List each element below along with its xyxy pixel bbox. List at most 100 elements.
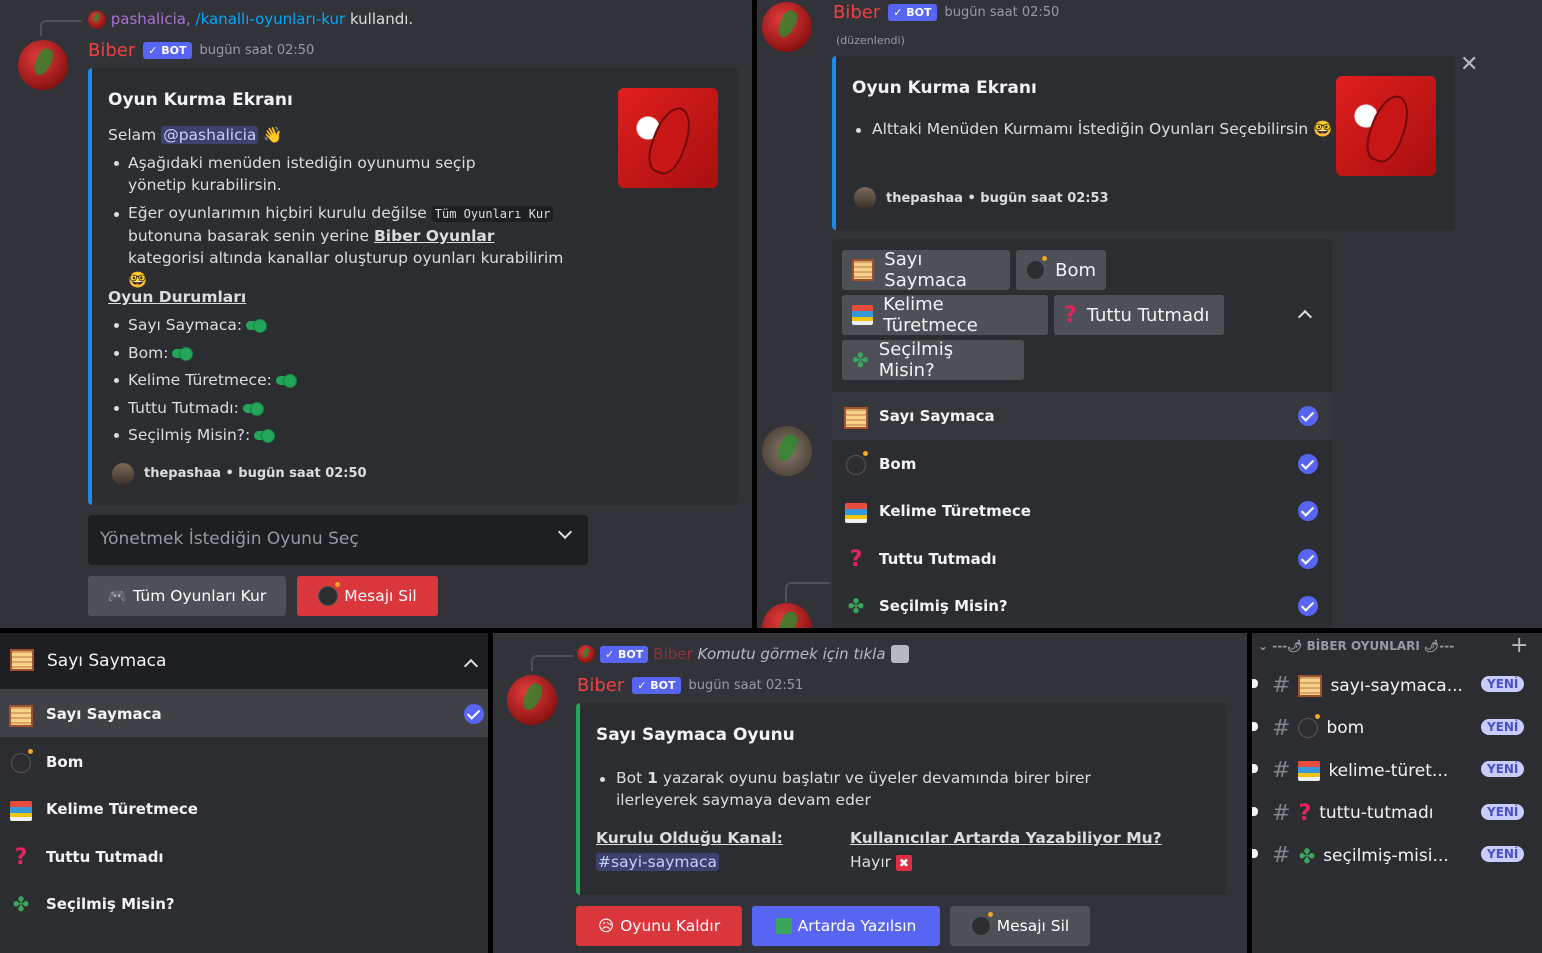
bullet-dot: [114, 323, 119, 328]
status-item: Bom:: [128, 342, 194, 364]
checkmark-icon[interactable]: [1298, 596, 1318, 616]
option-secilmis-misin[interactable]: ✤ Seçilmiş Misin?: [8, 892, 175, 916]
bomb-icon: [970, 912, 993, 936]
checkmark-icon[interactable]: [1298, 406, 1318, 426]
new-badge: YENİ: [1481, 718, 1525, 735]
bot-avatar[interactable]: [762, 603, 812, 628]
question-mark-icon: ?: [14, 844, 28, 870]
bomb-icon: [846, 451, 868, 475]
clover-icon: ✤: [847, 594, 865, 618]
abacus-icon: [852, 259, 875, 281]
allow-consecutive-button[interactable]: Artarda Yazılsın: [752, 906, 940, 946]
channel-sayi-saymaca[interactable]: # sayı-saymaca...: [1272, 673, 1463, 698]
bot-badge: ✓ BOT: [888, 4, 937, 21]
reply-name[interactable]: Biber: [653, 645, 692, 663]
bullet-dot: [114, 350, 119, 356]
unread-indicator: [1252, 679, 1258, 688]
toggle-on-icon: [254, 429, 276, 443]
bullet-dot: [114, 212, 119, 217]
new-badge: YENİ: [1481, 846, 1525, 862]
clover-icon: ✤: [1298, 843, 1316, 868]
checkmark-icon[interactable]: [1298, 501, 1318, 521]
channel-secilmis-misin[interactable]: # ✤ seçilmiş-misi...: [1272, 843, 1449, 868]
embed-title: Oyun Kurma Ekranı: [108, 90, 293, 110]
option-label: Sayı Saymaca: [879, 407, 995, 426]
bullet-dot: [114, 378, 119, 383]
reply-action: kullandı.: [349, 10, 414, 28]
delete-message-button[interactable]: Mesajı Sil: [297, 576, 438, 616]
embed-thumbnail[interactable]: [1336, 76, 1436, 176]
embed-title: Oyun Kurma Ekranı: [852, 78, 1037, 98]
reply-line[interactable]: pashalicia, /kanallı-oyunları-kur kullan…: [88, 10, 413, 29]
select-header[interactable]: Sayı Saymaca: [0, 633, 488, 689]
channel-tuttu-tutmadi[interactable]: #? tuttu-tutmadı: [1272, 801, 1433, 826]
checkmark-icon[interactable]: [1298, 548, 1318, 569]
chip-bom[interactable]: Bom: [1016, 250, 1106, 290]
message-header: Biber ✓ BOT bugün saat 02:51: [577, 675, 803, 696]
embed-setup: Oyun Kurma Ekranı Selam @pashalicia 👋 Aş…: [88, 68, 738, 505]
reply-text[interactable]: Komutu görmek için tıkla: [698, 645, 886, 663]
unread-indicator: [1252, 721, 1258, 731]
option-sayi-saymaca[interactable]: Sayı Saymaca: [8, 702, 162, 727]
chip-kelime-turetmece[interactable]: Kelime Türetmece: [842, 294, 1048, 336]
panel-select-games: Biber ✓ BOT bugün saat 02:50 (düzenlendi…: [757, 0, 1542, 628]
channel-kelime-turetmece[interactable]: # kelime-türet...: [1272, 758, 1448, 783]
user-avatar[interactable]: [762, 426, 812, 476]
option-label: Tuttu Tutmadı: [46, 848, 164, 866]
option-tuttu-tutmadi[interactable]: ? Tuttu Tutmadı: [8, 845, 164, 870]
question-mark-icon: ?: [849, 546, 863, 572]
add-channel-icon[interactable]: +: [1510, 633, 1528, 658]
reply-user[interactable]: pashalicia: [111, 10, 186, 28]
reply-line[interactable]: ✓ BOT Biber Komutu görmek için tıkla: [577, 645, 909, 663]
abacus-icon: [10, 649, 34, 671]
remove-game-button[interactable]: 😥 Oyunu Kaldır: [576, 906, 742, 946]
option-label: Bom: [879, 454, 917, 473]
timestamp: bugün saat 02:51: [688, 678, 804, 693]
mention-user[interactable]: @pashalicia: [161, 126, 259, 144]
category-header[interactable]: ⌄ ---🌶 BİBER OYUNLARI 🌶---: [1258, 639, 1454, 653]
wave-icon: 👋: [263, 126, 283, 144]
hashtag-icon: #: [1272, 800, 1291, 826]
field-channel-name: Kurulu Olduğu Kanal:: [596, 829, 783, 847]
reply-command[interactable]: /kanallı-oyunları-kur: [196, 10, 346, 28]
option-bom[interactable]: Bom: [8, 749, 83, 774]
bot-badge: ✓ BOT: [143, 42, 192, 59]
option-secilmis-misin[interactable]: ✤ Seçilmiş Misin?: [843, 594, 1008, 618]
checkmark-icon[interactable]: [464, 704, 484, 724]
bullet-dot: [114, 405, 119, 411]
option-bom[interactable]: Bom: [843, 451, 917, 476]
reply-avatar: [577, 645, 595, 663]
delete-message-button[interactable]: Mesajı Sil: [950, 906, 1090, 946]
chip-tuttu-tutmadi[interactable]: ? Tuttu Tutmadı: [1054, 295, 1224, 335]
chevron-up-icon[interactable]: [463, 658, 479, 674]
chip-sayi-saymaca[interactable]: Sayı Saymaca: [842, 249, 1010, 291]
new-badge: YENİ: [1481, 676, 1525, 692]
embed-thumbnail[interactable]: [618, 88, 718, 188]
bot-name[interactable]: Biber: [88, 40, 135, 61]
checkmark-icon[interactable]: [1298, 453, 1318, 474]
bot-name[interactable]: Biber: [577, 675, 624, 696]
option-tuttu-tutmadi[interactable]: ? Tuttu Tutmadı: [843, 547, 997, 572]
channel-bom[interactable]: # bom: [1272, 714, 1364, 741]
embed-game: Sayı Saymaca Oyunu Bot 1 yazarak oyunu b…: [576, 703, 1226, 895]
game-select[interactable]: Yönetmek İstediğin Oyunu Seç: [88, 515, 588, 565]
option-kelime-turetmece[interactable]: Kelime Türetmece: [8, 797, 198, 821]
channel-name: seçilmiş-misi...: [1323, 845, 1449, 866]
panel-setup-message: pashalicia, /kanallı-oyunları-kur kullan…: [0, 0, 752, 628]
bot-name[interactable]: Biber: [833, 2, 880, 23]
bot-avatar[interactable]: [507, 675, 557, 725]
option-kelime-turetmece[interactable]: Kelime Türetmece: [843, 499, 1031, 523]
option-label: Kelime Türetmece: [879, 502, 1031, 520]
install-all-button[interactable]: 🎮 Tüm Oyunları Kur: [88, 576, 286, 616]
bot-avatar[interactable]: [762, 2, 812, 52]
field-consecutive-value: Hayır ✖: [850, 851, 912, 873]
option-sayi-saymaca[interactable]: Sayı Saymaca: [843, 404, 995, 429]
close-icon[interactable]: ✕: [1460, 52, 1478, 77]
unread-indicator: [1252, 764, 1258, 773]
new-badge: YENİ: [1481, 803, 1525, 820]
footer-avatar: [112, 463, 134, 485]
field-channel-value[interactable]: #sayi-saymaca: [596, 851, 719, 873]
bot-avatar[interactable]: [18, 40, 68, 90]
books-icon: [845, 502, 867, 523]
chip-secilmis-misin[interactable]: ✤ Seçilmiş Misin?: [842, 339, 1024, 381]
